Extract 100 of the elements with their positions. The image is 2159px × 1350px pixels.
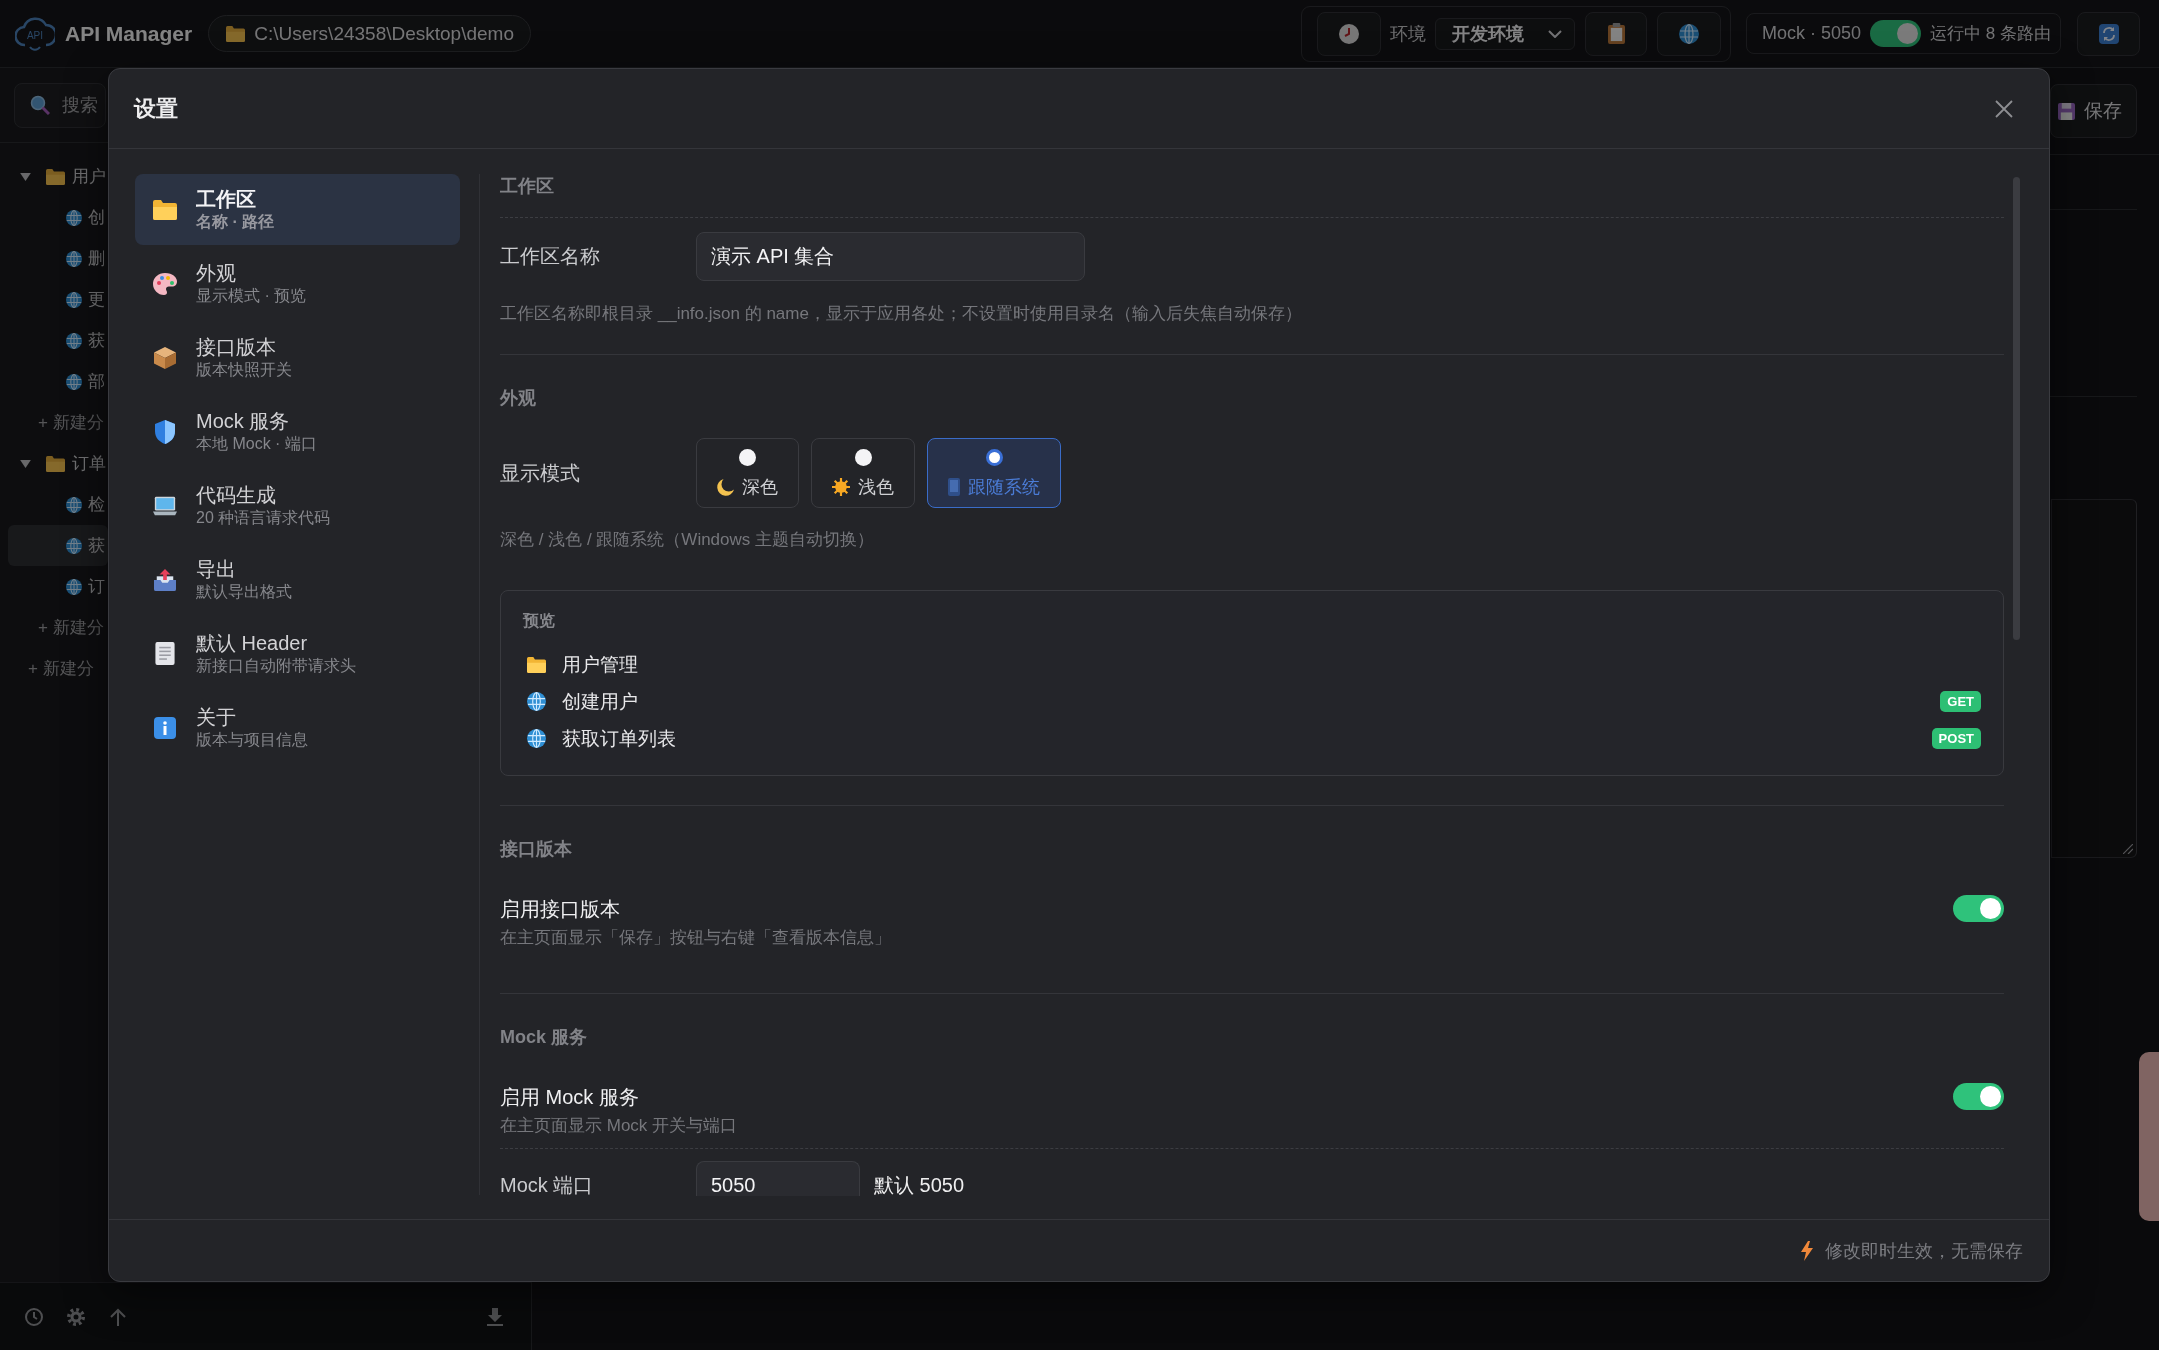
- hint-text: 在主页面显示「保存」按钮与右键「查看版本信息」: [500, 927, 891, 949]
- environment-label: 环境: [1390, 22, 1427, 46]
- folder-icon: [46, 455, 65, 472]
- workspace-path-chip[interactable]: C:\Users\24358\Desktop\demo: [208, 15, 531, 52]
- scrollbar-thumb[interactable]: [2013, 177, 2020, 640]
- caret-icon[interactable]: [20, 172, 31, 181]
- sun-icon: [832, 478, 850, 496]
- preview-item-label: 创建用户: [562, 689, 638, 714]
- theme-option[interactable]: 跟随系统: [927, 438, 1061, 508]
- tree-item[interactable]: 获: [8, 525, 108, 566]
- method-badge: POST: [1931, 728, 1981, 749]
- clock-button[interactable]: [1317, 11, 1382, 56]
- field-label: 工作区名称: [500, 244, 601, 269]
- field-label: 显示模式: [500, 460, 581, 486]
- refresh-button[interactable]: [2077, 11, 2140, 56]
- globe-icon: [66, 373, 82, 390]
- nav-item[interactable]: Mock 服务 本地 Mock · 端口: [135, 396, 460, 467]
- toggle-switch[interactable]: [1953, 1083, 2004, 1110]
- globe-icon: [66, 537, 82, 554]
- globe-icon: [66, 496, 82, 513]
- footer-note: 修改即时生效，无需保存: [1825, 1239, 2023, 1263]
- tree-item[interactable]: 获: [8, 320, 108, 361]
- tree-folder[interactable]: 订单: [8, 443, 108, 484]
- new-group-link[interactable]: + 新建分: [8, 402, 108, 443]
- save-button[interactable]: 保存: [2050, 84, 2137, 138]
- globe-icon: [66, 291, 82, 308]
- tree-item[interactable]: 删: [8, 238, 108, 279]
- folder-icon: [527, 656, 546, 673]
- globe-icon: [66, 209, 82, 226]
- refresh-icon: [2098, 23, 2119, 44]
- port-input[interactable]: 5050: [696, 1161, 860, 1196]
- tree-item[interactable]: 检: [8, 484, 108, 525]
- radio-icon: [739, 449, 756, 466]
- resize-handle-icon[interactable]: [2123, 844, 2133, 854]
- hint-text: 工作区名称即根目录 __info.json 的 name，显示于应用各处；不设置时使用目录名（输入后失焦自动保存）: [500, 303, 1303, 325]
- new-group-link[interactable]: + 新建分: [8, 607, 108, 648]
- nav-item[interactable]: 默认 Header 新接口自动附带请求头: [135, 618, 460, 689]
- palette-icon: [153, 272, 177, 295]
- globe-button[interactable]: [1657, 11, 1722, 56]
- outbox-tray-icon: [153, 568, 177, 591]
- clipboard-button[interactable]: [1585, 11, 1648, 56]
- settings-icon[interactable]: [67, 1307, 85, 1326]
- section-title: 外观: [500, 387, 537, 410]
- section-title: 工作区: [500, 171, 2004, 218]
- setting-label: 启用接口版本: [500, 897, 621, 921]
- folder-icon: [46, 168, 65, 185]
- lightning-icon: [1801, 1240, 1813, 1261]
- tree-item[interactable]: 订: [8, 566, 108, 607]
- new-group-link[interactable]: + 新建分: [8, 648, 108, 689]
- clipboard-icon: [1607, 23, 1625, 44]
- method-badge: GET: [1940, 691, 1981, 712]
- globe-icon: [66, 578, 82, 595]
- mock-port-label: Mock · 5050: [1762, 23, 1862, 44]
- preview-title: 预览: [523, 611, 556, 631]
- nav-item[interactable]: 代码生成 20 种语言请求代码: [135, 470, 460, 541]
- theme-option[interactable]: 浅色: [811, 438, 915, 508]
- shield-icon: [153, 419, 177, 444]
- radio-icon: [854, 449, 872, 466]
- hint-text: 深色 / 浅色 / 跟随系统（Windows 主题自动切换）: [500, 529, 876, 551]
- preview-item-label: 获取订单列表: [562, 726, 676, 751]
- clock-icon[interactable]: [25, 1307, 43, 1326]
- theme-option[interactable]: 深色: [696, 438, 799, 508]
- mock-toggle[interactable]: [1870, 20, 1922, 47]
- tree-item[interactable]: 更: [8, 279, 108, 320]
- caret-icon[interactable]: [20, 459, 31, 468]
- arrow-up-icon[interactable]: [109, 1307, 127, 1326]
- globe-icon: [66, 250, 82, 267]
- info-icon: [153, 716, 177, 739]
- app-title: API Manager: [65, 21, 193, 46]
- field-label: Mock 端口: [500, 1173, 595, 1197]
- toggle-switch[interactable]: [1953, 895, 2004, 922]
- environment-select[interactable]: 开发环境: [1435, 17, 1576, 50]
- nav-item[interactable]: 接口版本 版本快照开关: [135, 322, 460, 393]
- laptop-icon: [153, 495, 177, 516]
- search-icon: [30, 95, 50, 115]
- nav-item[interactable]: 外观 显示模式 · 预览: [135, 248, 460, 319]
- nav-item[interactable]: 导出 默认导出格式: [135, 544, 460, 615]
- close-icon: [1995, 99, 2013, 118]
- tree-folder[interactable]: 用户: [8, 156, 108, 197]
- globe-icon: [66, 332, 82, 349]
- clock-icon: [1339, 23, 1360, 44]
- dialog-title: 设置: [134, 94, 178, 123]
- nav-item[interactable]: 工作区 名称 · 路径: [135, 174, 460, 245]
- phone-icon: [948, 478, 960, 496]
- package-icon: [153, 346, 177, 369]
- download-icon[interactable]: [486, 1307, 504, 1326]
- folder-icon: [153, 199, 177, 220]
- app-logo: API: [15, 13, 55, 54]
- globe-icon: [527, 692, 546, 711]
- globe-icon: [527, 729, 546, 748]
- setting-label: 启用 Mock 服务: [500, 1085, 640, 1109]
- chevron-down-icon: [1548, 29, 1563, 38]
- document-icon: [153, 642, 177, 665]
- workspace-name-input[interactable]: 演示 API 集合: [696, 232, 1085, 281]
- folder-icon: [226, 25, 246, 42]
- search-field[interactable]: 搜索: [14, 82, 106, 128]
- nav-item[interactable]: 关于 版本与项目信息: [135, 692, 460, 763]
- radio-icon: [985, 449, 1003, 466]
- tree-item[interactable]: 部: [8, 361, 108, 402]
- tree-item[interactable]: 创: [8, 197, 108, 238]
